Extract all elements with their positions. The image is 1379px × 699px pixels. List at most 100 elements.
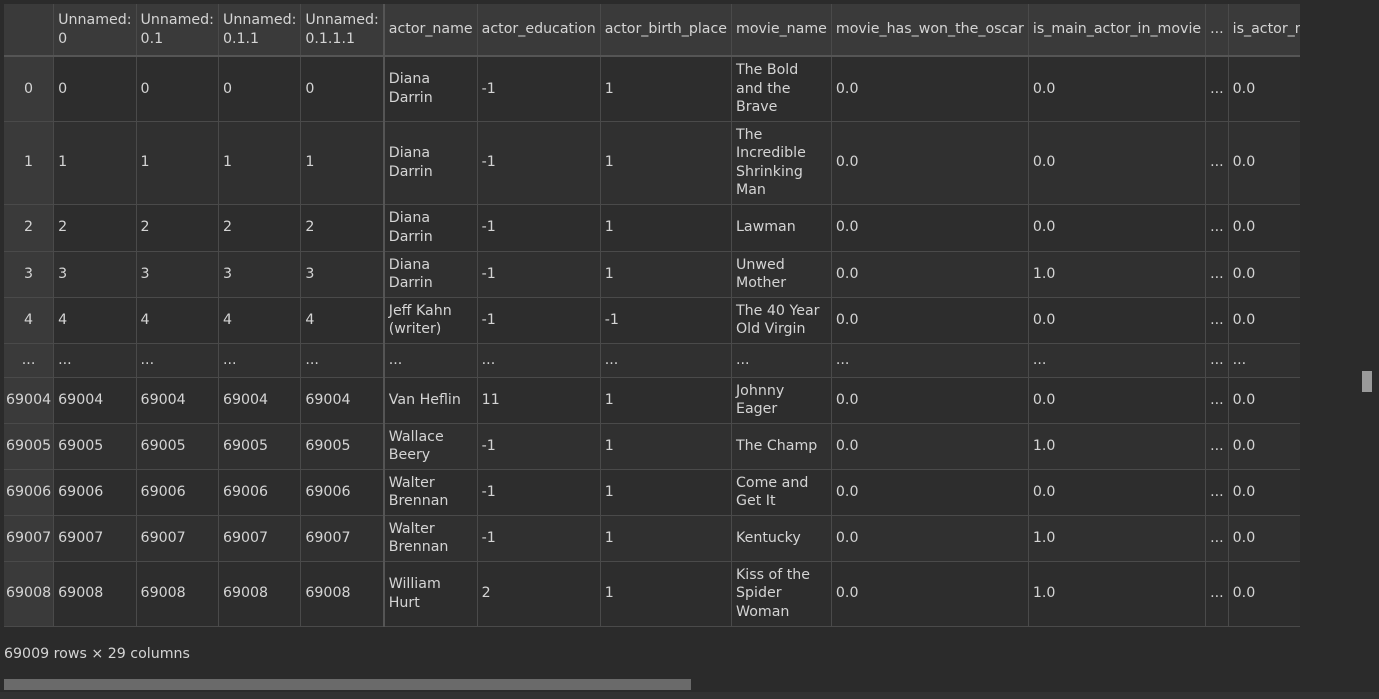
table-cell: 1 [600, 121, 733, 205]
table-row: 3 3 3 3 3 Diana Darrin -1 1 Unwed Mother 0.0 1.0..… [4, 251, 1300, 298]
table-cell: ... [731, 343, 832, 378]
table-cell: Unwed Mother [731, 251, 832, 298]
table-cell: ... [136, 343, 219, 378]
table-cell: 11 [477, 377, 601, 424]
table-cell: 69006 [136, 469, 219, 516]
table-cell: Johnny Eager [731, 377, 832, 424]
table-cell: 0.0 [1228, 423, 1300, 470]
table-cell: 69008 [53, 561, 137, 627]
row-index-cell: 69005 [4, 423, 55, 470]
table-row: 0 0 0 0 0 Diana Darrin -1 1 The Bold and the Bra… [4, 56, 1300, 122]
table-cell: ... [300, 343, 385, 378]
table-cell: 1.0 [1028, 561, 1207, 627]
table-cell: ... [382, 343, 478, 378]
column-header: movie_name [731, 4, 832, 57]
table-cell: ... [1205, 423, 1229, 470]
column-header: movie_has_won_the_oscar [831, 4, 1029, 57]
table-cell: 2 [218, 204, 302, 252]
table-cell: 1 [600, 469, 733, 516]
column-header: actor_name [382, 4, 478, 57]
table-cell: 0.0 [1228, 297, 1300, 344]
table-row: 69005 69005 69005 69005 69005 Wallace Beery -1… [4, 423, 1300, 470]
table-cell: Diana Darrin [382, 251, 478, 298]
table-cell: 0.0 [831, 121, 1029, 205]
column-header: Unnamed: 0.1 [136, 4, 219, 57]
table-cell: 1 [600, 251, 733, 298]
table-cell: 1.0 [1028, 251, 1207, 298]
table-cell: 69008 [218, 561, 302, 627]
table-cell: ... [1205, 251, 1229, 298]
table-cell: -1 [477, 204, 601, 252]
table-cell: ... [1028, 343, 1207, 378]
column-header: actor_birth_place [600, 4, 733, 57]
table-cell: 69007 [218, 515, 302, 562]
table-cell: Kentucky [731, 515, 832, 562]
notebook-output-viewport: Unnamed: 0 Unnamed: 0.1 Unnamed: 0.1.1 Unna… [0, 0, 1379, 699]
table-cell: 3 [136, 251, 219, 298]
table-cell: ... [218, 343, 302, 378]
table-cell: 0.0 [1228, 56, 1300, 122]
table-cell: 4 [218, 297, 302, 344]
table-cell: 69007 [300, 515, 385, 562]
table-cell: -1 [477, 515, 601, 562]
table-row: 69004 69004 69004 69004 69004 Van Heflin 11 1 Jo… [4, 377, 1300, 424]
table-cell: 0 [136, 56, 219, 122]
table-cell: 69006 [218, 469, 302, 516]
table-cell: ... [1205, 56, 1229, 122]
horizontal-scrollbar-thumb[interactable] [4, 679, 691, 690]
table-cell: -1 [477, 469, 601, 516]
table-row: ........................................… [4, 343, 1300, 378]
column-header: is_actor_model [1228, 4, 1300, 57]
table-cell: -1 [477, 121, 601, 205]
table-cell: 1 [600, 515, 733, 562]
table-cell: ... [1205, 561, 1229, 627]
table-cell: 0.0 [1228, 251, 1300, 298]
table-cell: Diana Darrin [382, 204, 478, 252]
table-cell: Jeff Kahn (writer) [382, 297, 478, 344]
table-cell: ... [477, 343, 601, 378]
table-cell: ... [1205, 121, 1229, 205]
table-cell: 0.0 [1028, 377, 1207, 424]
column-header: ... [1205, 4, 1229, 57]
table-cell: 2 [136, 204, 219, 252]
table-cell: 1 [600, 561, 733, 627]
table-cell: 69005 [300, 423, 385, 470]
table-cell: Walter Brennan [382, 469, 478, 516]
table-cell: Diana Darrin [382, 56, 478, 122]
table-cell: 0.0 [1028, 297, 1207, 344]
column-header: Unnamed: 0.1.1 [218, 4, 302, 57]
table-row: 22222Diana Darrin-11Lawman0.00.0...0.00.… [4, 204, 1300, 252]
table-cell: 69005 [136, 423, 219, 470]
table-cell: 69006 [300, 469, 385, 516]
table-cell: 0.0 [831, 423, 1029, 470]
table-cell: Van Heflin [382, 377, 478, 424]
vertical-scrollbar-thumb[interactable] [1362, 371, 1372, 392]
table-cell: 0.0 [1228, 377, 1300, 424]
table-cell: 69005 [53, 423, 137, 470]
table-cell: ... [1205, 515, 1229, 562]
table-cell: 0.0 [1228, 561, 1300, 627]
row-index-cell: 0 [4, 56, 55, 122]
table-cell: 0.0 [831, 56, 1029, 122]
table-cell: 1 [600, 377, 733, 424]
table-cell: 69008 [136, 561, 219, 627]
table-cell: ... [1205, 297, 1229, 344]
row-index-cell: 4 [4, 297, 55, 344]
table-cell: The Incredible Shrinking Man [731, 121, 832, 205]
dataframe-scroll-area[interactable]: Unnamed: 0 Unnamed: 0.1 Unnamed: 0.1.1 Unna… [4, 4, 1300, 631]
table-cell: 0.0 [1228, 121, 1300, 205]
table-cell: 69004 [136, 377, 219, 424]
table-cell: 1 [136, 121, 219, 205]
table-cell: Walter Brennan [382, 515, 478, 562]
table-cell: Wallace Beery [382, 423, 478, 470]
row-index-cell: 69008 [4, 561, 55, 627]
table-cell: 0.0 [1028, 56, 1207, 122]
bottom-panel-edge [0, 692, 1379, 699]
row-index-cell: 1 [4, 121, 55, 205]
table-cell: 0.0 [831, 377, 1029, 424]
horizontal-scrollbar[interactable] [4, 679, 1300, 690]
table-cell: 1 [218, 121, 302, 205]
table-cell: -1 [477, 423, 601, 470]
table-cell: William Hurt [382, 561, 478, 627]
table-cell: 69004 [53, 377, 137, 424]
